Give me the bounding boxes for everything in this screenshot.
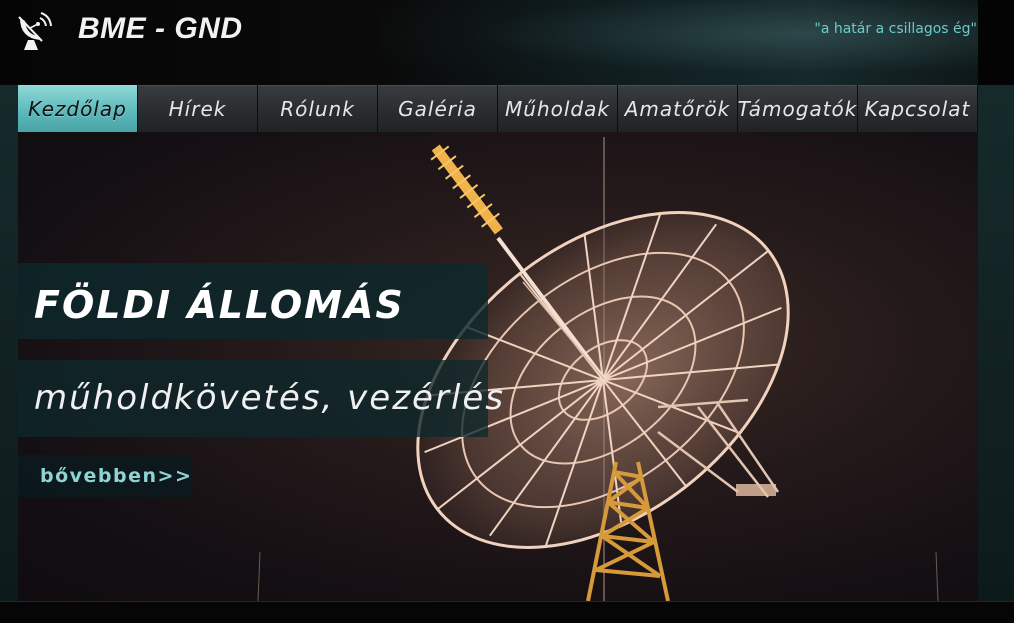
nav-item-galeria[interactable]: Galéria — [378, 85, 498, 132]
hero-title: FÖLDI ÁLLOMÁS — [34, 283, 405, 327]
header-right-edge — [978, 0, 1014, 85]
right-side-panel — [978, 85, 1014, 601]
nav-item-kapcsolat[interactable]: Kapcsolat — [858, 85, 978, 132]
nav-item-kezdolap[interactable]: Kezdőlap — [18, 85, 138, 132]
nav-item-hirek[interactable]: Hírek — [138, 85, 258, 132]
footer-strip — [0, 601, 1014, 623]
site-title[interactable]: BME - GND — [78, 12, 243, 46]
left-side-panel — [0, 85, 18, 601]
hero-subtitle: műholdkövetés, vezérlés — [34, 378, 506, 418]
tagline: "a határ a csillagos ég" — [814, 21, 977, 37]
nav-item-amatorok[interactable]: Amatőrök — [618, 85, 738, 132]
nav-item-rolunk[interactable]: Rólunk — [258, 85, 378, 132]
header-background-haze — [380, 0, 978, 85]
nav-item-muholdak[interactable]: Műholdak — [498, 85, 618, 132]
satellite-dish-icon[interactable] — [16, 8, 56, 52]
hero-slider: FÖLDI ÁLLOMÁS műholdkövetés, vezérlés bő… — [18, 132, 978, 601]
read-more-button[interactable]: bővebben>> — [18, 455, 192, 497]
nav-item-tamogatok[interactable]: Támogatók — [738, 85, 858, 132]
main-navigation: Kezdőlap Hírek Rólunk Galéria Műholdak A… — [18, 85, 978, 132]
